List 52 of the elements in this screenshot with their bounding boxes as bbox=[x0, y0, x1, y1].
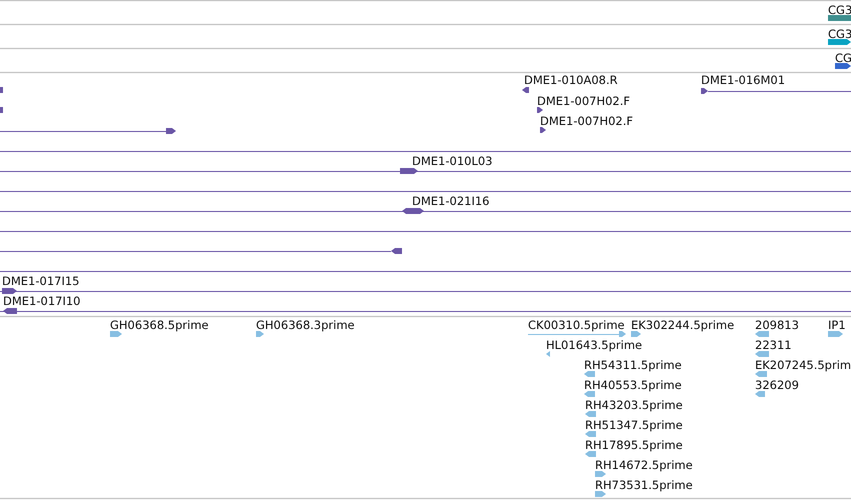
feature-label: DME1-016M01 bbox=[701, 73, 786, 87]
feature-glyph bbox=[595, 471, 606, 477]
feature-glyph bbox=[755, 351, 769, 357]
feature-label: DME1-021I16 bbox=[412, 194, 490, 208]
feature-label: RH40553.5prime bbox=[584, 378, 682, 392]
feature-label: DME1-017I15 bbox=[2, 274, 80, 288]
feature-label: CG3 bbox=[828, 3, 851, 17]
feature-glyph bbox=[828, 39, 851, 45]
feature-label: DME1-007H02.F bbox=[537, 94, 630, 108]
feature-label: 326209 bbox=[755, 378, 799, 392]
feature-label: CG bbox=[835, 51, 851, 65]
feature-label: GH06368.5prime bbox=[110, 318, 209, 332]
feature-glyph bbox=[584, 371, 595, 377]
feature-glyph bbox=[0, 87, 3, 93]
feature-glyph bbox=[540, 127, 546, 133]
feature-label: EK302244.5prime bbox=[631, 318, 734, 332]
feature-glyph bbox=[835, 63, 851, 69]
feature-label: HL01643.5prime bbox=[546, 338, 642, 352]
feature-glyph bbox=[0, 107, 3, 113]
feature-label: GH06368.3prime bbox=[256, 318, 355, 332]
feature-glyph bbox=[585, 411, 596, 417]
feature-glyph bbox=[755, 371, 767, 377]
feature-glyph bbox=[755, 391, 765, 397]
feature-label: DME1-007H02.F bbox=[540, 114, 634, 128]
feature-label: RH51347.5prime bbox=[585, 418, 683, 432]
feature-glyph bbox=[584, 391, 595, 397]
feature-label: RH43203.5prime bbox=[585, 398, 683, 412]
feature-label: CK00310.5prime bbox=[528, 318, 625, 332]
feature-glyph bbox=[110, 331, 122, 337]
feature-label: RH54311.5prime bbox=[584, 358, 682, 372]
feature-label: IP1 bbox=[828, 318, 846, 332]
feature-glyph bbox=[522, 87, 529, 93]
feature-glyph bbox=[537, 107, 543, 113]
feature-label: DME1-010A08.R bbox=[524, 73, 618, 87]
feature-label: RH73531.5prime bbox=[595, 478, 693, 492]
feature-label: RH14672.5prime bbox=[595, 458, 693, 472]
feature-label: RH17895.5prime bbox=[585, 438, 683, 452]
feature-label: DME1-010L03 bbox=[412, 154, 492, 168]
feature-label: 209813 bbox=[755, 318, 799, 332]
feature-glyph bbox=[755, 331, 769, 337]
feature-label: DME1-017I10 bbox=[3, 294, 80, 308]
feature-label: 22311 bbox=[755, 338, 792, 352]
feature-glyph bbox=[631, 331, 641, 337]
feature-glyph bbox=[828, 15, 851, 21]
feature-glyph bbox=[546, 351, 550, 357]
feature-glyph bbox=[828, 331, 843, 337]
feature-label: EK207245.5prim bbox=[755, 358, 851, 372]
feature-glyph bbox=[585, 451, 596, 457]
feature-label: CG3 bbox=[828, 27, 851, 41]
feature-glyph bbox=[595, 491, 606, 497]
feature-glyph bbox=[585, 431, 596, 437]
feature-glyph bbox=[256, 331, 264, 337]
